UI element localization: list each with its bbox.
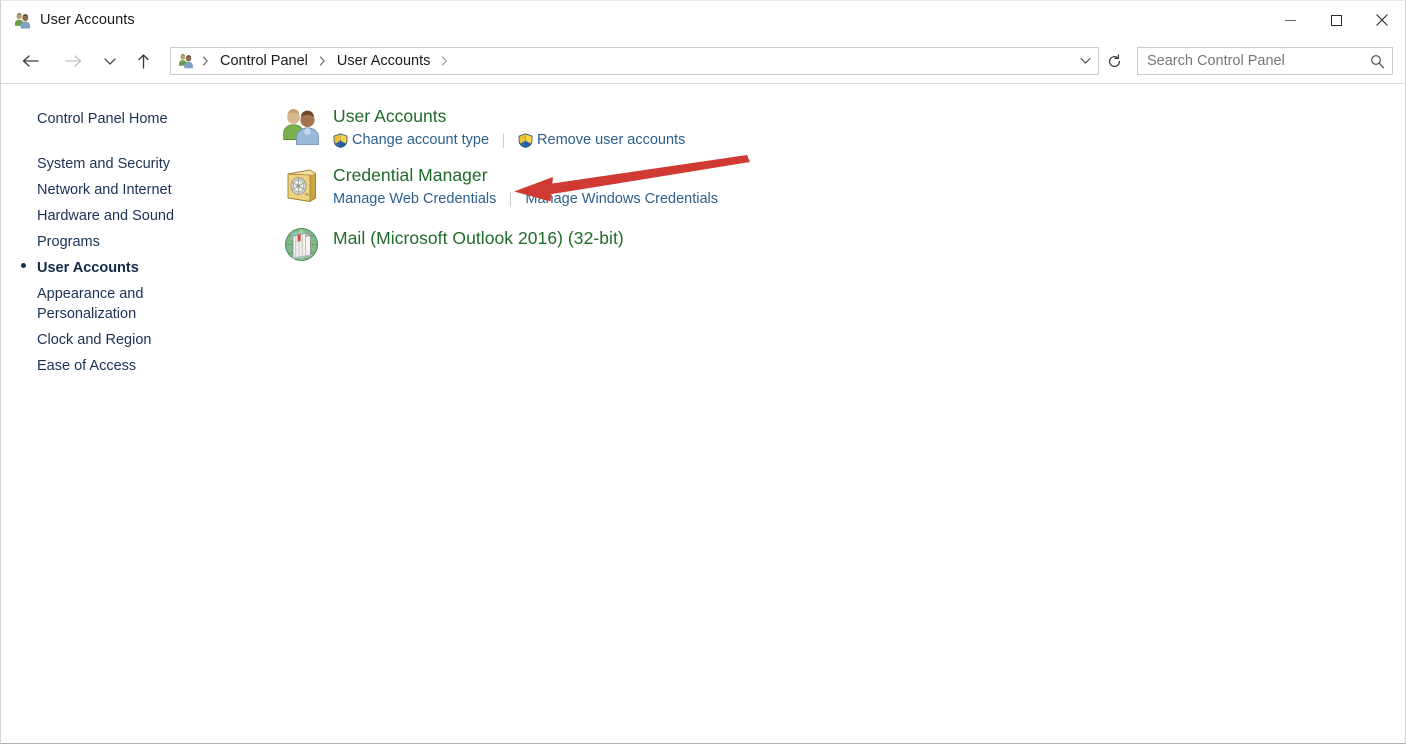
category-links: Change account type Remove user accounts	[333, 131, 685, 150]
recent-locations-button[interactable]	[99, 46, 121, 76]
search-input[interactable]	[1138, 53, 1362, 69]
uac-shield-icon	[518, 133, 533, 148]
link-label: Change account type	[352, 132, 490, 148]
breadcrumb: Control Panel User Accounts	[177, 48, 1074, 74]
refresh-icon[interactable]	[1103, 48, 1125, 74]
sidebar-item-hardware-and-sound[interactable]: Hardware and Sound	[21, 203, 251, 229]
category-title-credential-manager[interactable]: Credential Manager	[333, 164, 488, 187]
link-manage-windows-credentials[interactable]: Manage Windows Credentials	[525, 190, 718, 209]
search-icon[interactable]	[1362, 48, 1392, 74]
window-controls	[1267, 1, 1405, 39]
window-title: User Accounts	[40, 12, 135, 28]
category-title-user-accounts[interactable]: User Accounts	[333, 105, 446, 128]
sidebar-item-label: Ease of Access	[37, 358, 137, 374]
sidebar-item-control-panel-home[interactable]: Control Panel Home	[21, 106, 251, 132]
breadcrumb-item-control-panel[interactable]: Control Panel	[214, 51, 314, 71]
category-body: User Accounts Change account type Remove…	[325, 104, 685, 150]
category-body: Credential Manager Manage Web Credential…	[325, 163, 718, 209]
control-panel-window: User Accounts Control Panel User Account…	[0, 0, 1406, 744]
sidebar-item-label: Clock and Region	[37, 332, 152, 348]
sidebar-item-network-and-internet[interactable]: Network and Internet	[21, 177, 251, 203]
breadcrumb-separator-trailing[interactable]	[436, 56, 453, 66]
forward-button[interactable]	[58, 46, 88, 76]
sidebar-item-label: Appearance and Personalization	[37, 286, 144, 322]
link-label: Manage Web Credentials	[333, 191, 497, 207]
close-button[interactable]	[1359, 1, 1405, 39]
sidebar-item-ease-of-access[interactable]: Ease of Access	[21, 353, 251, 379]
user-accounts-icon	[14, 12, 31, 29]
control-panel-icon[interactable]	[177, 53, 197, 69]
category-title-mail[interactable]: Mail (Microsoft Outlook 2016) (32-bit)	[333, 227, 624, 250]
sidebar-item-label: Hardware and Sound	[37, 208, 175, 224]
category-mail: Mail (Microsoft Outlook 2016) (32-bit)	[277, 222, 1405, 270]
sidebar-item-clock-and-region[interactable]: Clock and Region	[21, 327, 251, 353]
user-accounts-people-icon[interactable]	[277, 104, 325, 152]
sidebar-item-label: Network and Internet	[37, 182, 172, 198]
main-content: User Accounts Change account type Remove…	[267, 84, 1405, 743]
navigation-bar: Control Panel User Accounts	[1, 39, 1405, 83]
link-divider	[510, 192, 512, 207]
window-body: Control Panel Home System and Security N…	[1, 84, 1405, 743]
bullet-icon	[21, 263, 26, 268]
link-manage-web-credentials[interactable]: Manage Web Credentials	[333, 190, 496, 209]
uac-shield-icon	[333, 133, 348, 148]
chevron-down-icon[interactable]	[1074, 48, 1096, 74]
title-bar-left: User Accounts	[1, 12, 135, 29]
sidebar-item-user-accounts[interactable]: User Accounts	[21, 255, 251, 281]
link-remove-user-accounts[interactable]: Remove user accounts	[518, 131, 685, 150]
sidebar-item-label: Programs	[37, 234, 100, 250]
sidebar-item-label: System and Security	[37, 156, 170, 172]
category-links: Manage Web Credentials Manage Windows Cr…	[333, 190, 718, 209]
search-box[interactable]	[1137, 47, 1393, 75]
sidebar-item-programs[interactable]: Programs	[21, 229, 251, 255]
breadcrumb-item-user-accounts[interactable]: User Accounts	[331, 51, 437, 71]
category-body: Mail (Microsoft Outlook 2016) (32-bit)	[325, 222, 624, 250]
maximize-button[interactable]	[1313, 1, 1359, 39]
address-bar[interactable]: Control Panel User Accounts	[170, 47, 1099, 75]
mail-globe-icon[interactable]	[277, 222, 325, 270]
sidebar-item-system-and-security[interactable]: System and Security	[21, 151, 251, 177]
sidebar-item-label: Control Panel Home	[37, 111, 168, 127]
link-change-account-type[interactable]: Change account type	[333, 131, 489, 150]
back-button[interactable]	[15, 46, 45, 76]
breadcrumb-separator[interactable]	[197, 56, 214, 66]
link-divider	[503, 133, 505, 148]
minimize-button[interactable]	[1267, 1, 1313, 39]
link-label: Remove user accounts	[537, 132, 686, 148]
sidebar-item-label: User Accounts	[37, 260, 139, 276]
link-label: Manage Windows Credentials	[525, 191, 718, 207]
category-user-accounts: User Accounts Change account type Remove…	[277, 104, 1405, 152]
title-bar: User Accounts	[1, 1, 1405, 39]
credential-vault-icon[interactable]	[277, 163, 325, 211]
category-credential-manager: Credential Manager Manage Web Credential…	[277, 163, 1405, 211]
sidebar-item-appearance-and-personalization[interactable]: Appearance and Personalization	[21, 281, 161, 327]
sidebar: Control Panel Home System and Security N…	[1, 84, 267, 743]
up-button[interactable]	[128, 46, 158, 76]
breadcrumb-separator[interactable]	[314, 56, 331, 66]
